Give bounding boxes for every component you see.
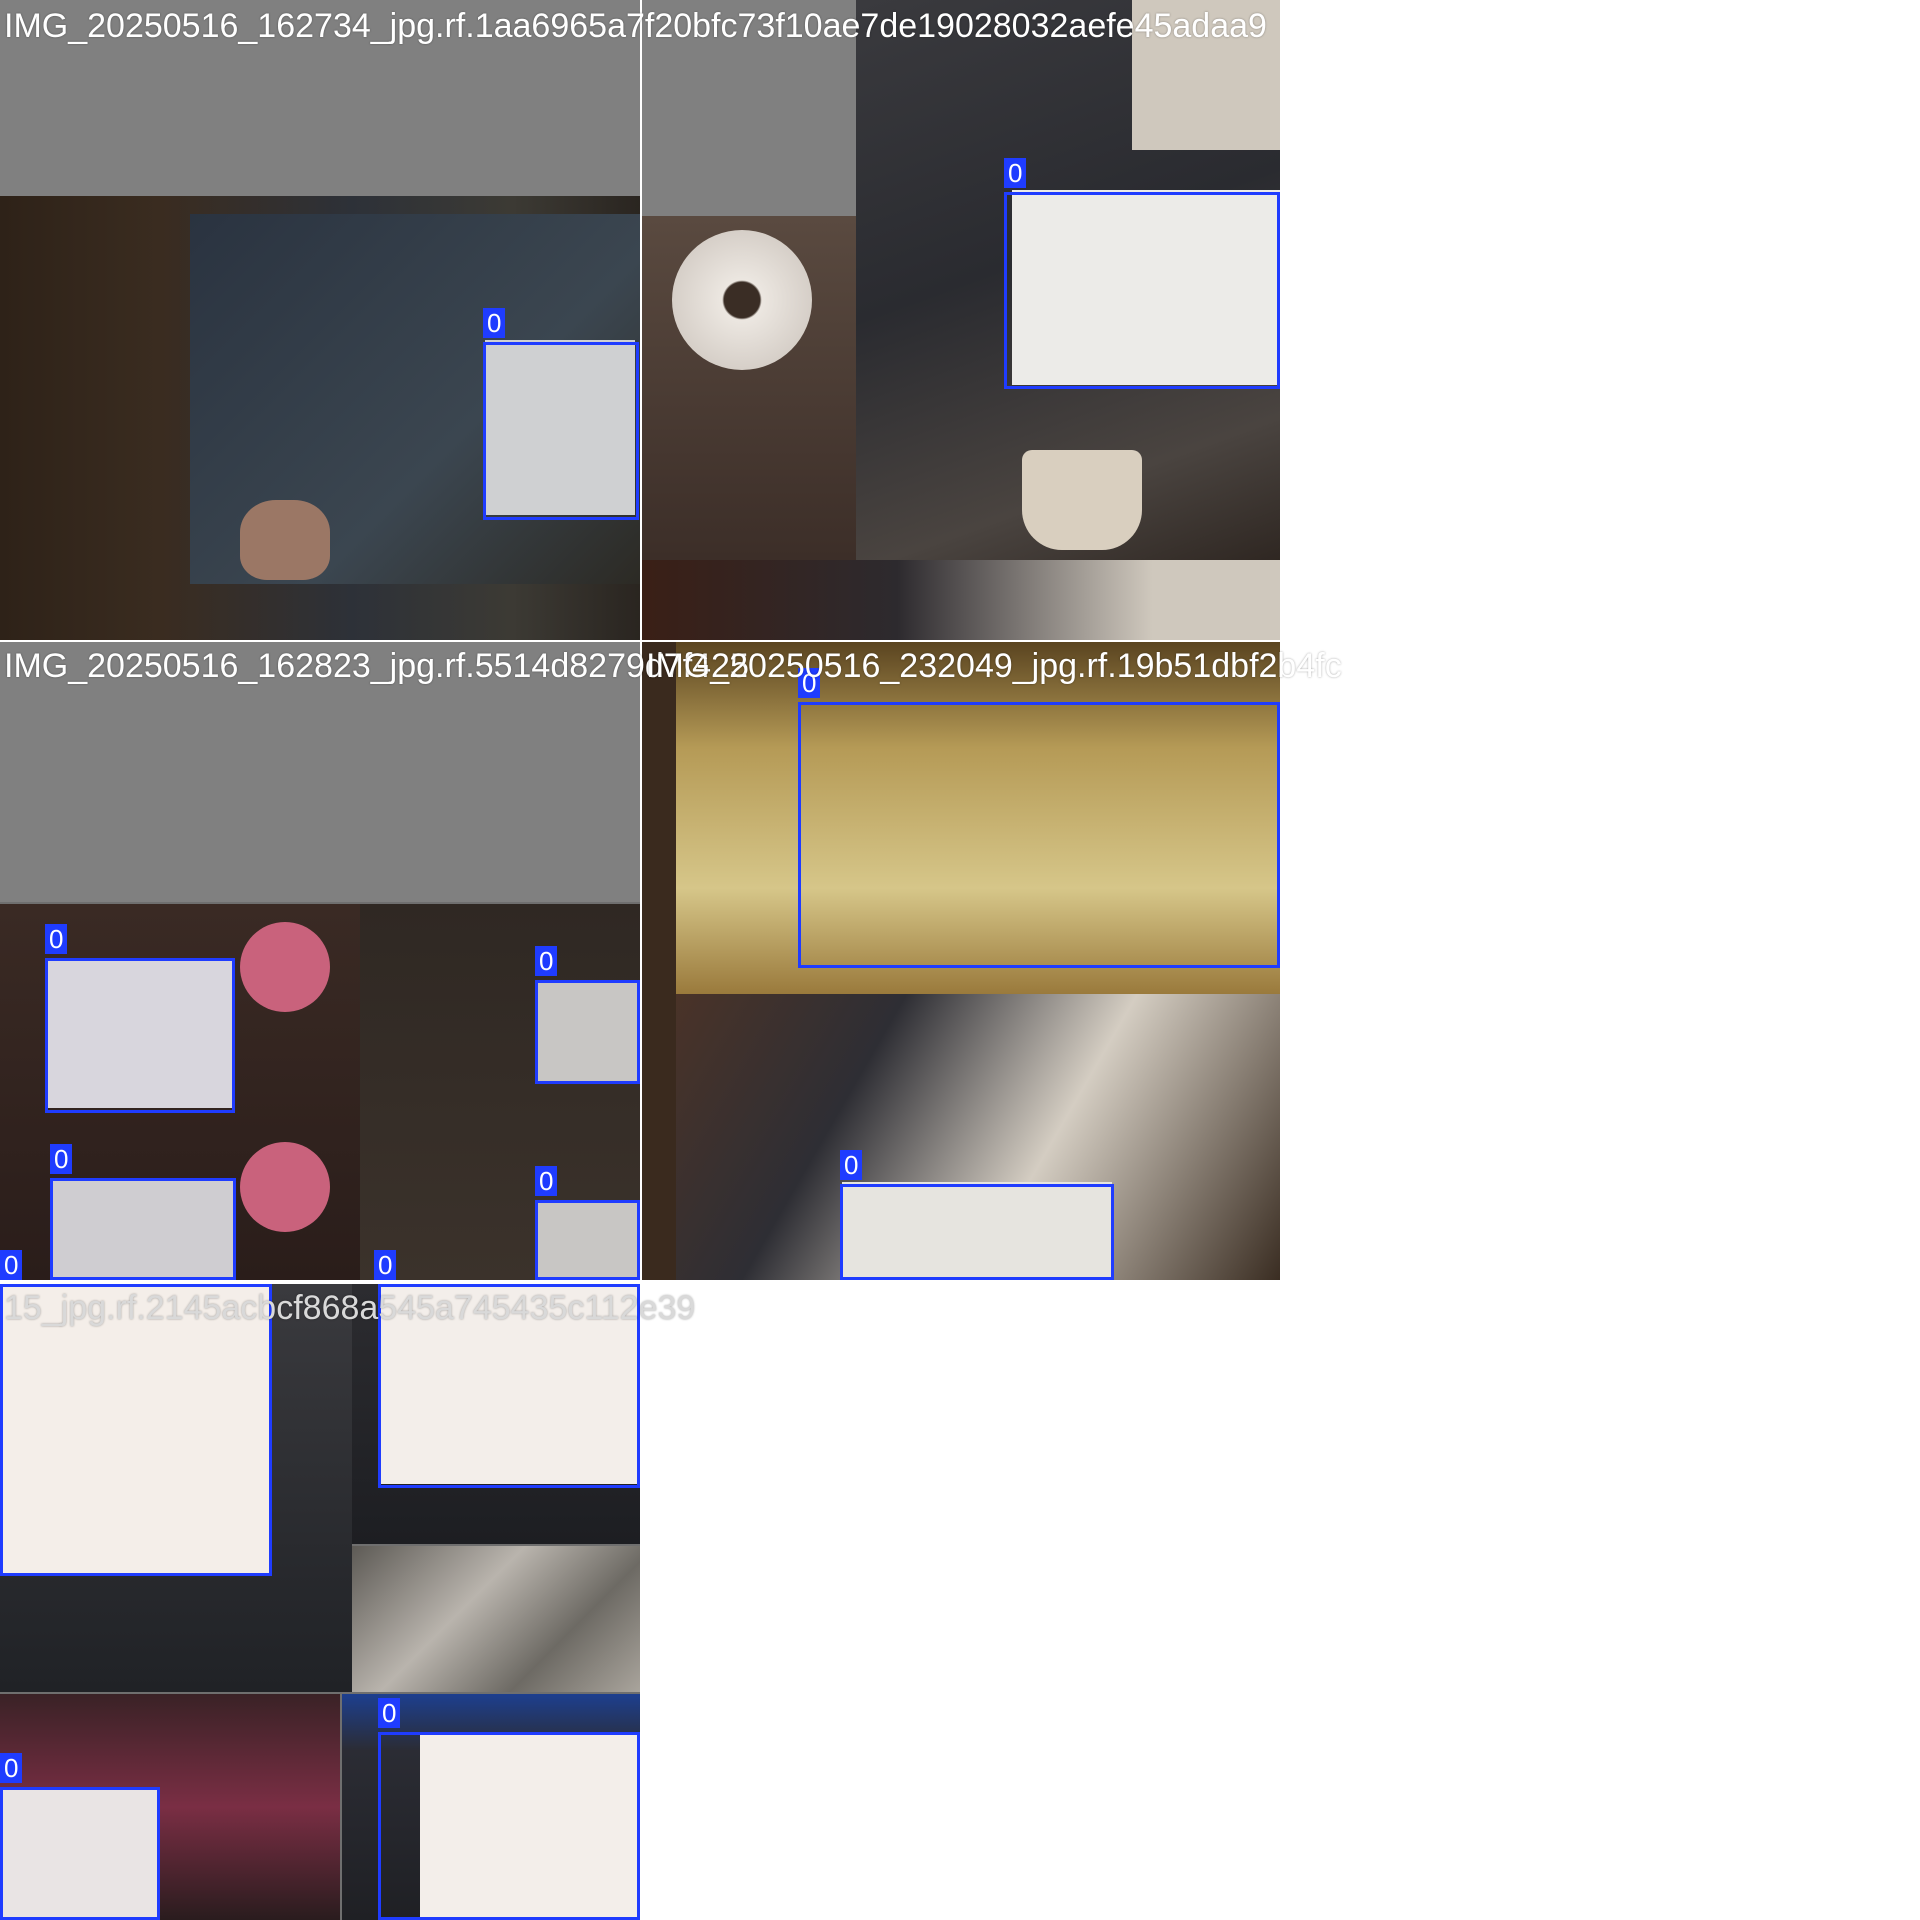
detection-box <box>45 958 235 1113</box>
detection-label: 0 <box>374 1250 397 1280</box>
detection-box <box>483 342 639 520</box>
detection-label: 0 <box>45 924 68 954</box>
detection-label: 0 <box>378 1698 401 1728</box>
photo-toy <box>240 922 330 1012</box>
detection-box <box>798 702 1280 968</box>
mosaic-tile-2: 0 <box>642 0 1280 640</box>
detection-box <box>535 980 640 1084</box>
mosaic-tile-4: 0 0 <box>642 642 1280 1280</box>
photo-mug <box>1022 450 1142 550</box>
photo-metal-sheet <box>352 1546 640 1692</box>
image-caption: IMG_20250516_162734_jpg.rf.1aa6965a7f20b… <box>4 7 1267 45</box>
image-caption: IMG_20250516_162823_jpg.rf.5514d8279d7f4… <box>4 647 749 685</box>
detection-box <box>50 1178 236 1280</box>
detection-label: 0 <box>840 1150 863 1180</box>
photo-dark-edge <box>642 642 676 1280</box>
detection-label: 0 <box>535 946 558 976</box>
mosaic-tile-3: 0 0 0 0 <box>0 642 640 1280</box>
mosaic-tile-5: 0 0 0 0 <box>0 1284 640 1920</box>
detection-label: 0 <box>1004 158 1027 188</box>
mosaic-tile-1: 0 <box>0 0 640 640</box>
detection-box <box>535 1200 640 1280</box>
image-caption: IMG_20250516_232049_jpg.rf.19b51dbf2b4fc <box>646 647 1342 685</box>
detection-label: 0 <box>0 1753 23 1783</box>
detection-label: 0 <box>483 308 506 338</box>
detection-box <box>1004 192 1280 389</box>
photo-foot <box>240 500 330 580</box>
photo-toy <box>240 1142 330 1232</box>
detection-box <box>378 1732 640 1920</box>
photo-bottom-strip <box>642 560 1280 640</box>
detection-box <box>840 1184 1114 1280</box>
detection-label: 0 <box>50 1144 73 1174</box>
detection-label: 0 <box>0 1250 23 1280</box>
detection-box <box>0 1787 160 1920</box>
detection-label: 0 <box>535 1166 558 1196</box>
image-caption: 15_jpg.rf.2145acbcf868a545a745435c112e39 <box>4 1289 696 1327</box>
photo-roll <box>672 230 812 370</box>
